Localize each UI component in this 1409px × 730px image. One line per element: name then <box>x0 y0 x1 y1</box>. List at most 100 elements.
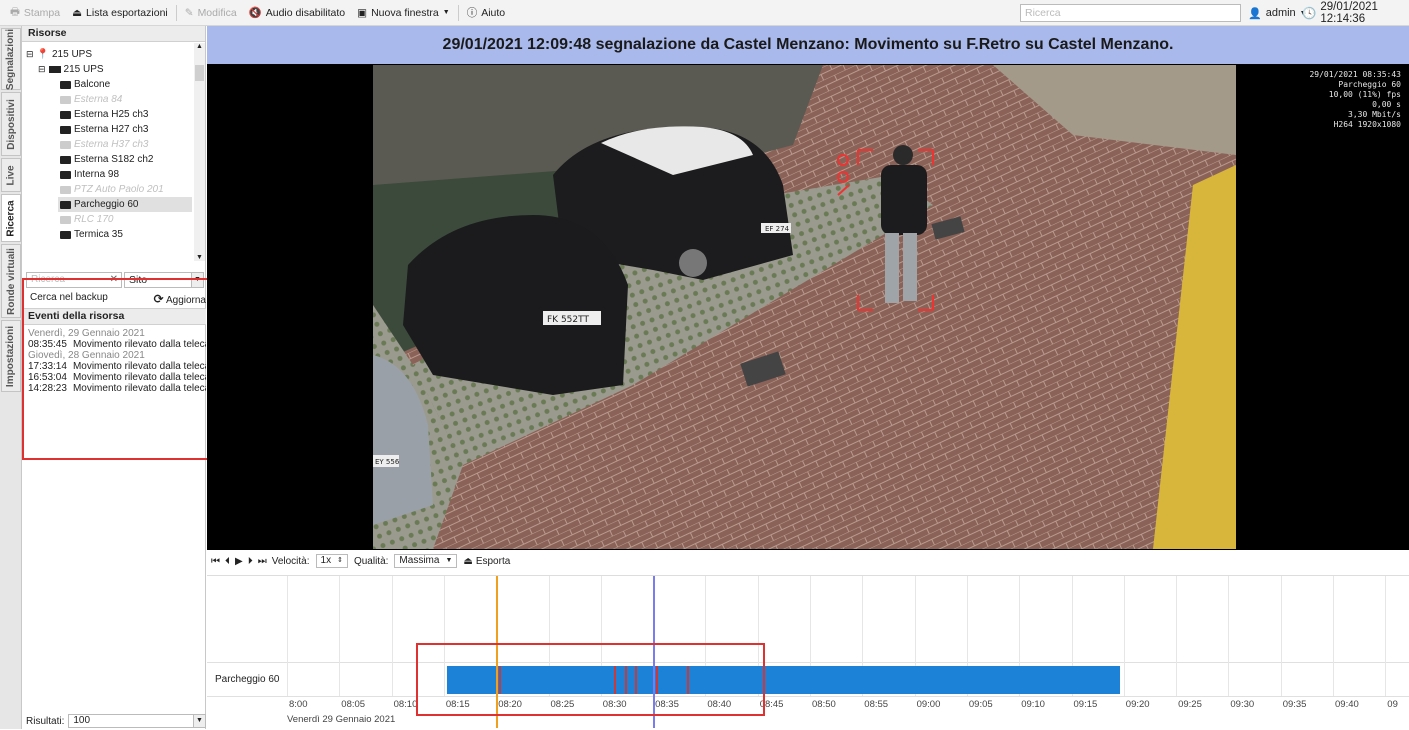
camera-icon <box>60 230 71 239</box>
tree-item-camera[interactable]: Interna 98 <box>60 167 119 182</box>
clock-display: 🕓 29/01/2021 12:14:36 <box>1302 1 1378 25</box>
camera-frame[interactable]: EF 274 FK 552TT EY 556 <box>373 65 1236 549</box>
alarm-title-bar: 29/01/2021 12:09:48 segnalazione da Cast… <box>207 26 1409 64</box>
chevron-down-icon: ▼ <box>193 715 205 727</box>
timeline[interactable]: Parcheggio 60 8:00 08:05 08:10 08:15 08:20 08… <box>207 575 1409 729</box>
resources-header: Risorse <box>22 26 205 42</box>
tab-ronde-virtuali[interactable]: Ronde virtuali <box>1 244 21 318</box>
timeline-gridline <box>1333 576 1334 696</box>
tree-item-camera[interactable]: Esterna S182 ch2 <box>60 152 154 167</box>
play-icon[interactable]: ▶ <box>235 556 243 567</box>
tree-node-site[interactable]: ⊟ 📍 215 UPS <box>26 47 92 62</box>
tree-item-camera[interactable]: Esterna H27 ch3 <box>60 122 149 137</box>
timeline-gridline <box>1176 576 1178 696</box>
camera-icon <box>60 200 71 209</box>
camera-offline-icon <box>60 215 71 224</box>
tab-live[interactable]: Live <box>1 158 21 192</box>
timeline-tick-label: 09:15 <box>1073 699 1098 710</box>
audio-toggle-button[interactable]: 🔇 Audio disabilitato <box>243 2 351 24</box>
tree-item-camera[interactable]: Esterna 84 <box>60 92 122 107</box>
tree-item-camera-selected[interactable]: Parcheggio 60 <box>58 197 192 212</box>
car-dark-sedan: FK 552TT <box>403 215 628 395</box>
speed-stepper[interactable]: 1x ⇕ <box>315 554 348 568</box>
tab-segnalazioni[interactable]: Segnalazioni <box>1 28 21 90</box>
license-plate: EY 556 <box>375 458 400 466</box>
timeline-gridline <box>391 576 393 696</box>
tree-item-camera[interactable]: Esterna H25 ch3 <box>60 107 149 122</box>
timeline-tick-label: 08:05 <box>341 699 366 710</box>
recorder-icon <box>48 66 61 73</box>
tree-item-camera[interactable]: Termica 35 <box>60 227 123 242</box>
camera-icon <box>60 155 71 164</box>
collapse-icon: ⊟ <box>38 64 46 74</box>
toolbar-divider <box>457 4 459 21</box>
timeline-tick-label: 09:20 <box>1125 699 1150 710</box>
timeline-tick-label: 09:05 <box>968 699 993 710</box>
resource-tree: ⊟ 📍 215 UPS ⊟ 215 UPS Balcone Esterna 84… <box>22 43 206 261</box>
results-select[interactable]: 100 ▼ <box>68 714 206 728</box>
scroll-down-icon[interactable]: ▼ <box>194 254 205 261</box>
quality-select[interactable]: Massima ▼ <box>394 554 458 568</box>
skip-end-icon[interactable]: ⏭ <box>258 556 267 567</box>
help-icon: ⓘ <box>466 7 478 19</box>
timeline-tick-label: 08:50 <box>812 699 836 710</box>
license-plate: EF 274 <box>765 225 790 233</box>
tree-item-camera[interactable]: Balcone <box>60 77 110 92</box>
new-window-button[interactable]: ▣ Nuova finestra ▼ <box>351 2 456 24</box>
scroll-thumb[interactable] <box>195 65 204 81</box>
tree-item-camera[interactable]: PTZ Auto Paolo 201 <box>60 182 164 197</box>
timeline-gridline <box>339 576 341 696</box>
collapse-icon: ⊟ <box>26 49 34 59</box>
timeline-highlight-box <box>416 643 765 716</box>
camera-icon <box>60 80 71 89</box>
results-row: Risultati: 100 ▼ <box>22 714 206 728</box>
clock-icon: 🕓 <box>1302 8 1317 20</box>
timeline-tick-label: 09:40 <box>1335 699 1359 710</box>
speaker-muted-icon: 🔇 <box>248 7 262 19</box>
timeline-tick-label: 08:10 <box>393 699 418 710</box>
export-button[interactable]: ⏏ Esporta <box>463 556 510 567</box>
tab-impostazioni[interactable]: Impostazioni <box>1 320 21 392</box>
help-button[interactable]: ⓘ Aiuto <box>461 2 511 24</box>
timeline-tick-label: 08:55 <box>864 699 889 710</box>
tree-scrollbar[interactable]: ▲ ▼ <box>194 43 205 261</box>
tree-item-camera[interactable]: Esterna H37 ch3 <box>60 137 149 152</box>
global-search-input[interactable]: Ricerca <box>1020 4 1241 22</box>
camera-scene: EF 274 FK 552TT EY 556 <box>373 65 1236 549</box>
camera-offline-icon <box>60 95 71 104</box>
print-button[interactable]: 🖶 Stampa <box>4 2 66 24</box>
main-toolbar: 🖶 Stampa ⏏ Lista esportazioni ✎ Modifica… <box>0 0 1409 26</box>
timeline-tick-label: 8:00 <box>289 699 308 710</box>
toolbar-divider <box>175 4 177 21</box>
timeline-tick-label: 09:30 <box>1230 699 1255 710</box>
tree-item-camera[interactable]: RLC 170 <box>60 212 113 227</box>
step-forward-icon[interactable]: ⏵ <box>248 556 253 567</box>
printer-icon: 🖶 <box>10 5 20 18</box>
vertical-tab-bar: Segnalazioni Dispositivi Live Ricerca Ro… <box>0 26 22 729</box>
camera-icon <box>60 170 71 179</box>
tab-dispositivi[interactable]: Dispositivi <box>1 92 21 156</box>
video-viewport[interactable]: EF 274 FK 552TT EY 556 29/01/2021 08:35:… <box>207 64 1409 550</box>
window-icon: ▣ <box>357 6 368 19</box>
edit-button[interactable]: ✎ Modifica <box>179 2 243 24</box>
pencil-icon: ✎ <box>184 6 194 19</box>
user-menu[interactable]: 👤 admin ▼ <box>1248 4 1307 22</box>
timeline-tick-label: 09:25 <box>1178 699 1202 710</box>
events-highlight-box <box>22 278 215 460</box>
timeline-tick-label: 09:10 <box>1021 699 1045 710</box>
tree-node-recorder[interactable]: ⊟ 215 UPS <box>38 62 104 77</box>
timeline-date-label: Venerdì 29 Gennaio 2021 <box>287 714 396 725</box>
timeline-tick-label: 09:00 <box>916 699 941 710</box>
alarm-title: 29/01/2021 12:09:48 segnalazione da Cast… <box>442 36 1174 53</box>
tab-ricerca[interactable]: Ricerca <box>1 194 21 242</box>
location-pin-icon: 📍 <box>36 49 49 60</box>
chevron-down-icon: ▼ <box>442 9 450 16</box>
export-icon: ⏏ <box>463 555 473 567</box>
export-list-button[interactable]: ⏏ Lista esportazioni <box>66 2 174 24</box>
scroll-up-icon[interactable]: ▲ <box>194 43 205 50</box>
step-back-icon[interactable]: ⏴ <box>225 556 230 567</box>
skip-start-icon[interactable]: ⏮ <box>211 556 220 567</box>
license-plate: FK 552TT <box>547 315 589 325</box>
timeline-gridline <box>1280 576 1282 696</box>
camera-icon <box>60 110 71 119</box>
